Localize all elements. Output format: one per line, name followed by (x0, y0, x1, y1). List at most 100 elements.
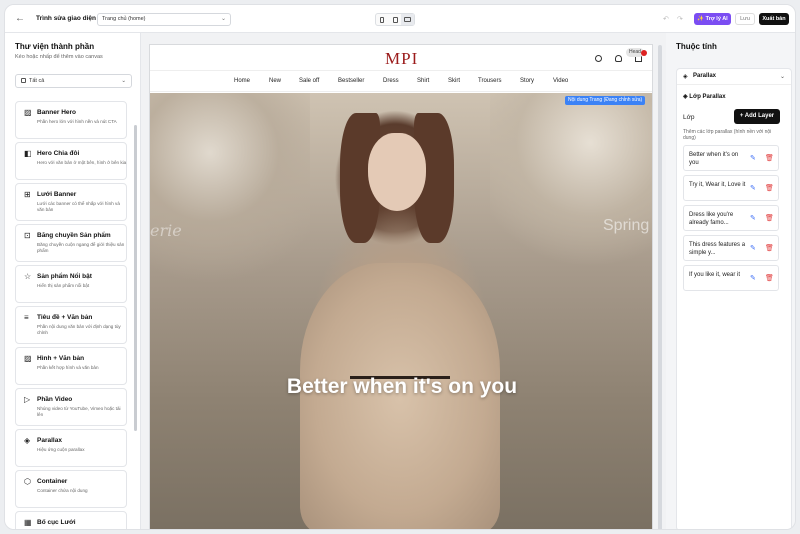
layer-title: Better when it's on you (689, 152, 739, 166)
canvas-area: MPI Head Home New Sale off Bestseller Dress S… (141, 33, 666, 529)
edit-pencil-icon[interactable]: ✎ (750, 274, 756, 282)
parallax-icon: ◈ (683, 74, 688, 80)
library-item-title: Container (37, 478, 68, 485)
parallax-layer-item[interactable]: This dress features a simple y... ✎ 🗑 (683, 235, 779, 261)
desktop-view-button[interactable] (401, 14, 415, 25)
hero-background-tree (490, 93, 652, 273)
library-item-title: Tiêu đề + Văn bản (37, 314, 93, 321)
component-list: ▨ Banner Hero Phần hero lớn với hình nền v… (15, 101, 131, 530)
site-nav-link[interactable]: Skirt (448, 78, 460, 84)
edit-pencil-icon[interactable]: ✎ (750, 214, 756, 222)
mobile-view-button[interactable] (376, 14, 389, 25)
parallax-layers-title: ◈ Lớp Parallax (683, 94, 726, 100)
parallax-layer-item[interactable]: If you like it, wear it ✎ 🗑 (683, 265, 779, 291)
library-item[interactable]: ▦ Bố cục Lưới Hệ thống lưới nhiều cột (15, 511, 127, 530)
editing-badge: Nội dung Trang (Đang chỉnh sửa) (565, 96, 646, 105)
page-select[interactable]: Trang chủ (home) ⌄ (97, 13, 231, 26)
redo-icon[interactable]: ↷ (677, 15, 683, 23)
library-item-desc: Lưới các banner có thể nhấp với hình và … (37, 201, 120, 212)
site-nav-link[interactable]: Shirt (417, 78, 429, 84)
library-item[interactable]: ▨ Banner Hero Phần hero lớn với hình nền v… (15, 101, 127, 139)
site-nav-link[interactable]: Sale off (299, 78, 319, 84)
site-nav-link[interactable]: Trousers (478, 78, 501, 84)
library-item-title: Parallax (37, 437, 62, 444)
edit-pencil-icon[interactable]: ✎ (750, 184, 756, 192)
library-item-title: Bố cục Lưới (37, 519, 76, 526)
image-icon: ▨ (24, 108, 32, 117)
page-preview[interactable]: MPI Head Home New Sale off Bestseller Dress S… (149, 44, 653, 529)
site-nav-link[interactable]: Bestseller (338, 78, 364, 84)
parallax-layers-label: Lớp Parallax (689, 94, 726, 100)
hero-parallax-section[interactable]: erie Spring Nội dung Trang (Đang chỉnh s… (150, 93, 652, 529)
trash-icon[interactable]: 🗑 (765, 244, 774, 252)
parallax-section-header[interactable]: ◈ Parallax ⌄ (677, 69, 791, 85)
library-item[interactable]: ≡ Tiêu đề + Văn bản Phần nội dung văn bản … (15, 306, 127, 344)
site-nav-link[interactable]: Home (234, 78, 250, 84)
ai-assistant-button[interactable]: ✨ Trợ lý AI (694, 13, 731, 25)
chevron-down-icon: ⌄ (121, 78, 126, 84)
properties-panel: Thuộc tính ◈ Parallax ⌄ ◈ Lớp Parallax L… (666, 33, 795, 529)
trash-icon[interactable]: 🗑 (765, 214, 774, 222)
mobile-icon (380, 16, 385, 23)
library-item[interactable]: ▷ Phần Video Nhúng video từ YouTube, Vimeo… (15, 388, 127, 426)
library-item[interactable]: ▨ Hình + Văn bản Phần kết hợp hình và văn … (15, 347, 127, 385)
trash-icon[interactable]: 🗑 (765, 184, 774, 192)
layer-title: Dress like you're already famo... (689, 212, 734, 226)
user-icon[interactable] (615, 55, 622, 62)
cart-icon: ⊡ (24, 231, 31, 240)
tablet-view-button[interactable] (389, 14, 402, 25)
site-nav-link[interactable]: Story (520, 78, 534, 84)
library-item[interactable]: ⊞ Lưới Banner Lưới các banner có thể nhấp … (15, 183, 127, 221)
add-layer-button[interactable]: + Add Layer (734, 109, 780, 124)
desktop-icon (404, 17, 412, 22)
site-header[interactable]: MPI Head (150, 45, 652, 71)
hero-script-text: erie (150, 221, 182, 240)
library-item[interactable]: ⊡ Băng chuyền Sản phẩm Băng chuyền cuộn ng… (15, 224, 127, 262)
library-item-title: Banner Hero (37, 109, 77, 116)
trash-icon[interactable]: 🗑 (765, 274, 774, 282)
parallax-layer-item[interactable]: Try it, Wear it, Love it ✎ 🗑 (683, 175, 779, 201)
library-item-title: Hình + Văn bản (37, 355, 85, 362)
library-item-title: Hero Chia đôi (37, 150, 80, 157)
site-nav-link[interactable]: Dress (383, 78, 399, 84)
search-icon[interactable] (595, 55, 602, 62)
app-window: ← Trình sửa giao diện Trang chủ (home) ⌄… (4, 4, 796, 530)
site-nav-link[interactable]: Video (553, 78, 568, 84)
cart-count-dot (641, 50, 647, 56)
undo-icon[interactable]: ↶ (663, 15, 669, 23)
library-item-desc: Hero với văn bản ở một bên, hình ở bên k… (37, 160, 127, 165)
edit-pencil-icon[interactable]: ✎ (750, 244, 756, 252)
library-item-desc: Container chứa nội dung (37, 488, 88, 493)
library-item[interactable]: ⬡ Container Container chứa nội dung (15, 470, 127, 508)
hero-season-text: Spring (603, 217, 650, 234)
properties-box: ◈ Parallax ⌄ ◈ Lớp Parallax Lớp + Add La… (676, 68, 792, 529)
edit-pencil-icon[interactable]: ✎ (750, 154, 756, 162)
trash-icon[interactable]: 🗑 (765, 154, 774, 162)
video-icon: ▷ (24, 395, 31, 404)
filter-icon (21, 77, 26, 83)
hero-model-face (368, 133, 426, 211)
save-button[interactable]: Lưu (735, 13, 755, 25)
category-filter[interactable]: Tất cả ⌄ (15, 74, 132, 88)
split-icon: ◧ (24, 149, 32, 158)
properties-title: Thuộc tính (676, 42, 717, 51)
parallax-layer-item[interactable]: Dress like you're already famo... ✎ 🗑 (683, 205, 779, 231)
filter-value: Tất cả (29, 78, 45, 84)
page-select-value: Trang chủ (home) (102, 16, 146, 22)
device-switcher (375, 13, 415, 26)
library-item[interactable]: ◈ Parallax Hiệu ứng cuộn parallax (15, 429, 127, 467)
library-item[interactable]: ☆ Sản phẩm Nổi bật Hiển thị sản phẩm nổi b… (15, 265, 127, 303)
library-item-desc: Hệ thống lưới nhiều cột (37, 529, 127, 530)
publish-button[interactable]: Xuất bản (759, 13, 789, 25)
library-item-desc: Băng chuyền cuộn ngang để giới thiệu sản… (37, 242, 125, 253)
scrollbar[interactable] (658, 45, 662, 529)
hero-background-tree (150, 93, 310, 293)
site-nav-link[interactable]: New (269, 78, 281, 84)
back-arrow-icon[interactable]: ← (15, 13, 27, 25)
library-item-desc: Hiển thị sản phẩm nổi bật (37, 283, 90, 288)
scrollbar[interactable] (134, 125, 137, 431)
tablet-icon (392, 16, 398, 23)
library-item[interactable]: ◧ Hero Chia đôi Hero với văn bản ở một bên… (15, 142, 127, 180)
parallax-layer-item[interactable]: Better when it's on you ✎ 🗑 (683, 145, 779, 171)
hero-headline[interactable]: Better when it's on you (150, 375, 652, 399)
